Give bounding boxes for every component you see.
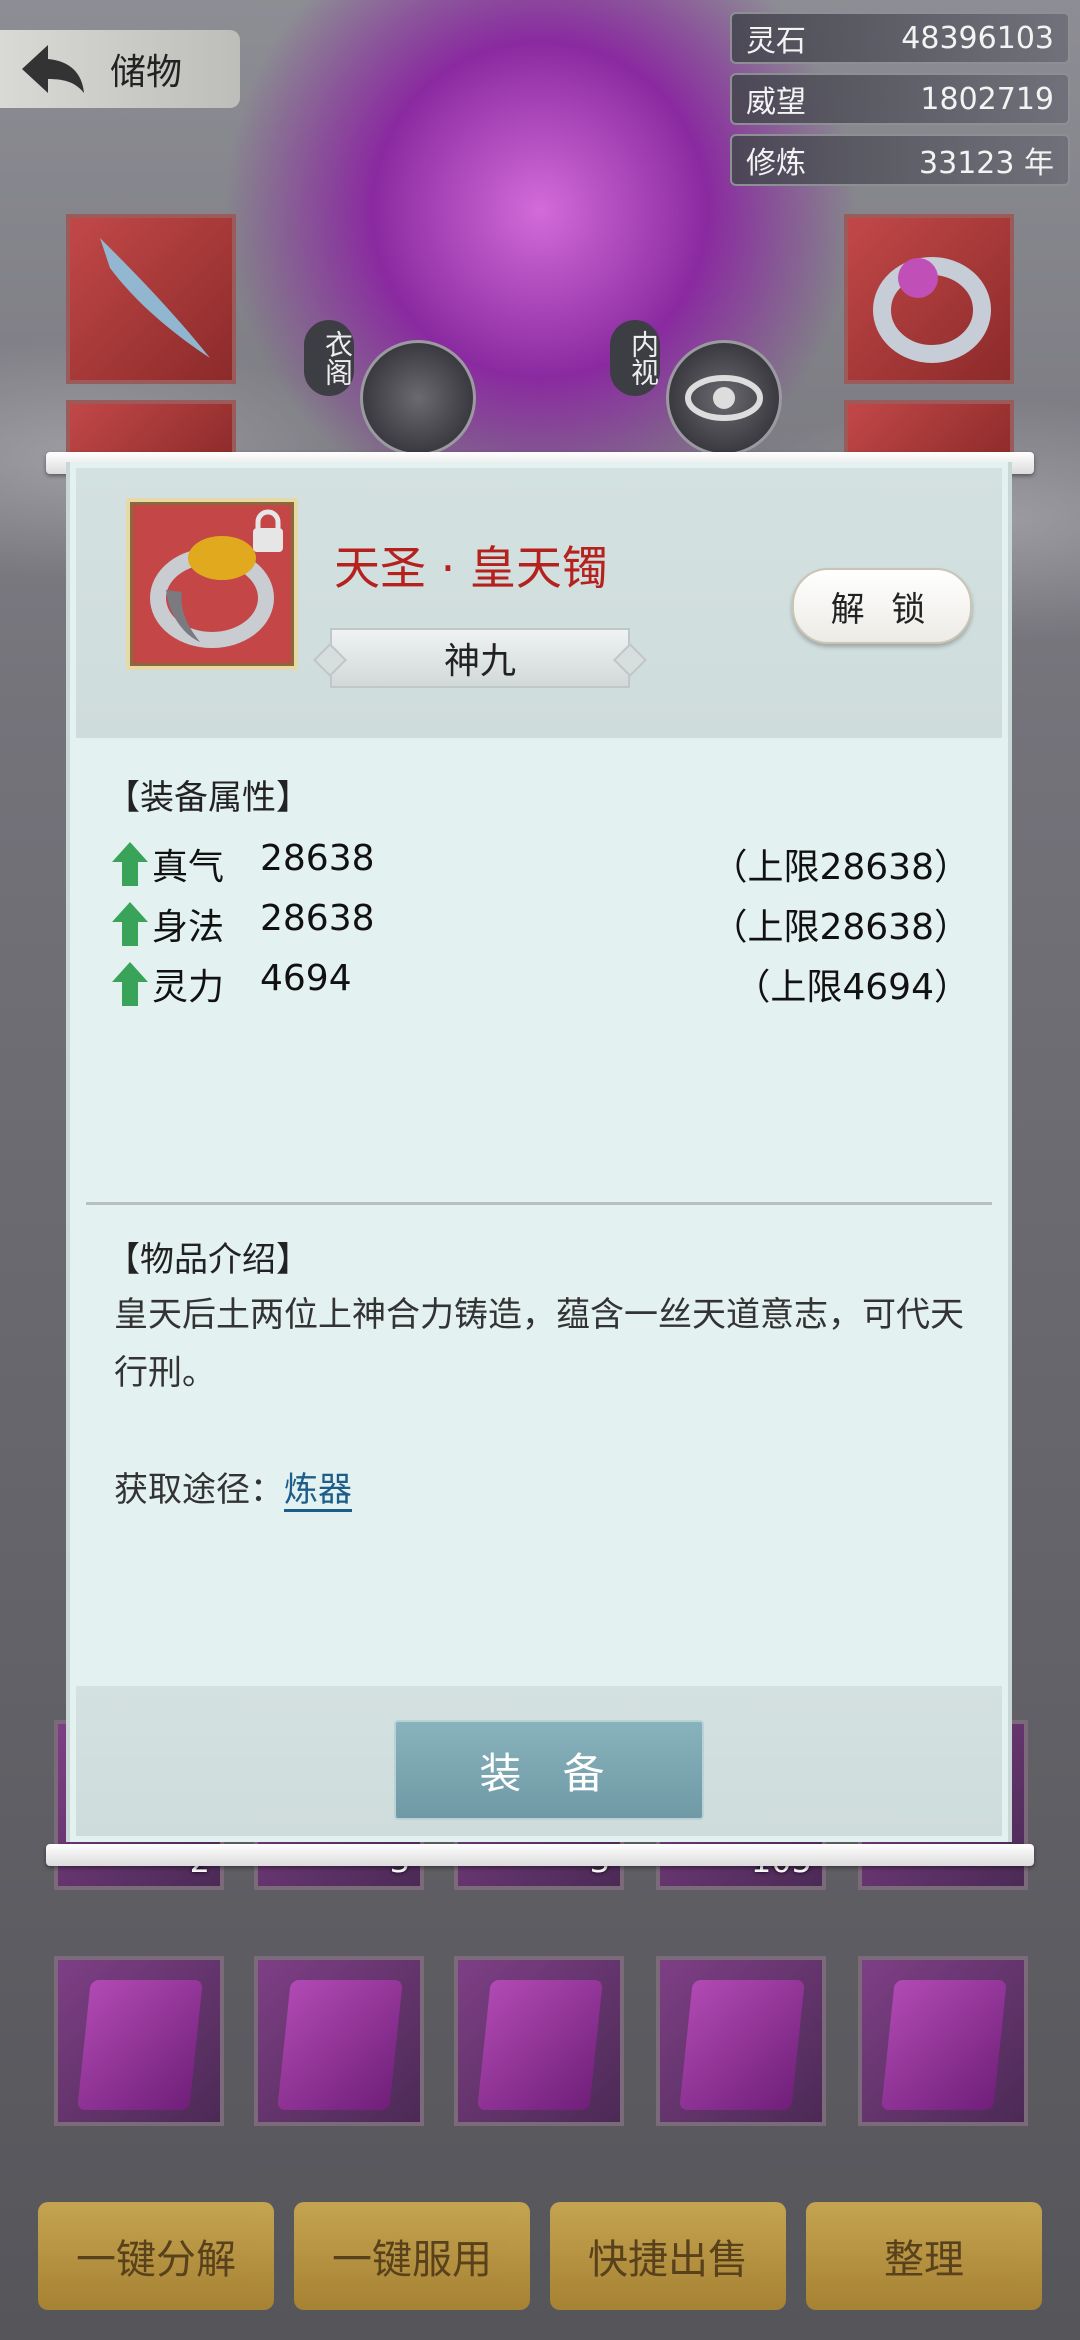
- arrow-up-icon: [112, 902, 148, 946]
- tab-wardrobe[interactable]: 衣阁: [304, 320, 354, 396]
- sword-icon: [100, 238, 210, 358]
- item-intro-title: 【物品介绍】: [106, 1240, 310, 1280]
- attribute-limit: （上限4694）: [734, 967, 970, 1008]
- lock-icon: [253, 509, 283, 552]
- arrow-up-icon: [112, 842, 148, 886]
- attribute-row: 灵力 4694 （上限4694）: [110, 952, 970, 1012]
- ring-icon: [873, 257, 991, 363]
- currency-stats: 灵石 48396103 威望 1802719 修炼 33123 年: [730, 12, 1070, 195]
- attribute-row: 真气 28638 （上限28638）: [110, 832, 970, 892]
- page-title: 储物: [110, 52, 183, 93]
- arrow-up-icon: [112, 962, 148, 1006]
- item-description: 皇天后土两位上神合力铸造，蕴含一丝天道意志，可代天行刑。: [114, 1295, 964, 1393]
- stat-value: 48396103: [901, 20, 1054, 56]
- attribute-name: 真气: [152, 847, 225, 888]
- stat-value: 1802719: [920, 81, 1054, 117]
- equip-button[interactable]: 装 备: [394, 1720, 704, 1820]
- attribute-limit: （上限28638）: [711, 907, 970, 948]
- inventory-item[interactable]: [254, 1956, 424, 2126]
- stat-label: 威望: [746, 85, 806, 120]
- stat-label: 灵石: [746, 24, 806, 59]
- scroll-rod-bottom: [46, 1844, 1034, 1866]
- source-link-refining[interactable]: 炼器: [284, 1470, 352, 1510]
- source-label: 获取途径：: [114, 1470, 284, 1510]
- batch-consume-button[interactable]: 一键服用: [294, 2202, 530, 2310]
- back-button[interactable]: 储物: [0, 30, 240, 108]
- eye-icon: [685, 375, 763, 421]
- book-icon: [77, 1980, 203, 2110]
- inventory-item[interactable]: [858, 1956, 1028, 2126]
- back-arrow-icon: [22, 45, 84, 93]
- attribute-value: 28638: [260, 898, 375, 939]
- divider: [86, 1202, 992, 1205]
- item-grade: 神九: [330, 628, 630, 688]
- equip-slot-weapon[interactable]: [66, 214, 236, 384]
- attribute-name: 灵力: [152, 967, 225, 1008]
- unlock-button[interactable]: 解 锁: [792, 568, 972, 644]
- inventory-item[interactable]: [656, 1956, 826, 2126]
- equipment-attributes-title: 【装备属性】: [106, 778, 310, 818]
- sort-button[interactable]: 整理: [806, 2202, 1042, 2310]
- item-grade-label: 神九: [443, 641, 516, 682]
- attribute-value: 28638: [260, 838, 375, 879]
- book-icon: [679, 1980, 805, 2110]
- tab-inner-view[interactable]: 内视: [610, 320, 660, 396]
- stat-cultivation: 修炼 33123 年: [730, 134, 1070, 186]
- item-name: 天圣 · 皇天镯: [334, 541, 608, 595]
- item-detail-dialog: 天圣 · 皇天镯 神九 解 锁 【装备属性】 真气 28638 （上限28638…: [66, 462, 1012, 1842]
- wardrobe-button[interactable]: [360, 340, 476, 456]
- item-icon: [126, 498, 298, 670]
- dialog-footer: 装 备: [76, 1686, 1002, 1836]
- item-source: 获取途径：炼器: [114, 1462, 352, 1511]
- dialog-header: 天圣 · 皇天镯 神九 解 锁: [76, 468, 1002, 738]
- stat-prestige: 威望 1802719: [730, 73, 1070, 125]
- attribute-name: 身法: [152, 907, 225, 948]
- book-icon: [881, 1980, 1007, 2110]
- eye-button[interactable]: [666, 340, 782, 456]
- bottom-action-bar: 一键分解 一键服用 快捷出售 整理: [0, 2190, 1080, 2340]
- equip-slot-ring[interactable]: [844, 214, 1014, 384]
- inventory-item[interactable]: [54, 1956, 224, 2126]
- book-icon: [277, 1980, 403, 2110]
- stat-spirit-stone: 灵石 48396103: [730, 12, 1070, 64]
- quick-sell-button[interactable]: 快捷出售: [550, 2202, 786, 2310]
- attribute-limit: （上限28638）: [711, 847, 970, 888]
- batch-decompose-button[interactable]: 一键分解: [38, 2202, 274, 2310]
- book-icon: [477, 1980, 603, 2110]
- attribute-row: 身法 28638 （上限28638）: [110, 892, 970, 952]
- stat-label: 修炼: [746, 146, 806, 181]
- inventory-item[interactable]: [454, 1956, 624, 2126]
- attribute-value: 4694: [260, 958, 352, 999]
- stat-value: 33123 年: [919, 146, 1054, 181]
